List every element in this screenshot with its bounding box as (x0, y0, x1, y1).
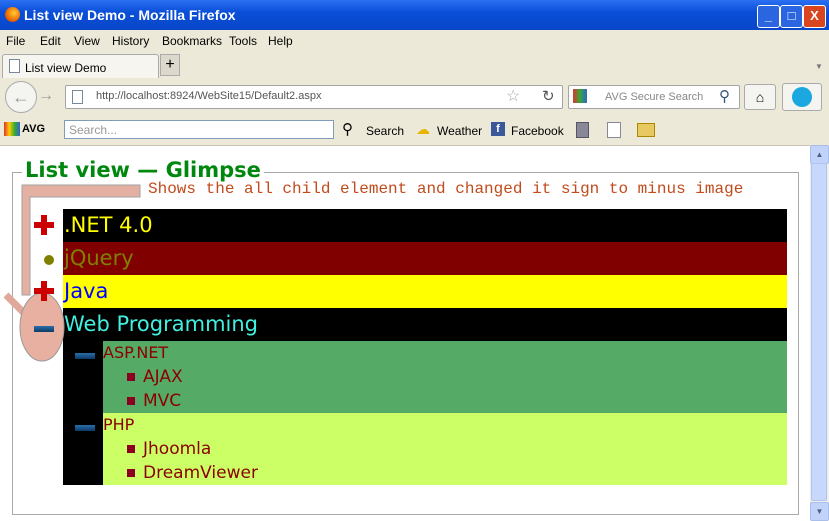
navigation-bar: ← → http://localhost:8924/WebSite15/Defa… (0, 78, 829, 115)
list-item-jhoomla[interactable]: Jhoomla (127, 437, 211, 461)
weather-icon: ☁ (416, 121, 430, 137)
scroll-up-button[interactable]: ▲ (810, 145, 829, 164)
title-bar: List view Demo - Mozilla Firefox _ □ X (0, 0, 829, 30)
menu-tools[interactable]: Tools (229, 34, 257, 48)
bullet-icon (44, 255, 54, 265)
window-title: List view Demo - Mozilla Firefox (24, 7, 236, 23)
item-label: PHP (103, 415, 135, 434)
menu-file[interactable]: File (6, 34, 25, 48)
scroll-down-button[interactable]: ▼ (810, 502, 829, 521)
search-placeholder: AVG Secure Search (605, 91, 704, 103)
skype-icon[interactable] (782, 83, 822, 111)
tab-bar: List view Demo + ▼ (0, 52, 829, 79)
collapse-minus-icon[interactable] (75, 425, 95, 431)
close-button[interactable]: X (803, 5, 826, 28)
menu-edit[interactable]: Edit (40, 34, 61, 48)
expand-plus-icon[interactable] (34, 215, 54, 235)
url-bar[interactable]: http://localhost:8924/WebSite15/Default2… (65, 85, 563, 109)
page-icon (72, 90, 83, 104)
list-item-dreamviewer[interactable]: DreamViewer (127, 461, 258, 485)
bookmark-star-icon[interactable]: ☆ (506, 86, 520, 106)
web-search-input[interactable]: AVG Secure Search ⚲ (568, 85, 740, 109)
avg-logo[interactable]: AVG (22, 123, 45, 135)
avg-logo-icon (4, 122, 20, 136)
minimize-button[interactable]: _ (757, 5, 780, 28)
page-icon (9, 59, 20, 73)
reload-icon[interactable]: ↻ (542, 87, 555, 105)
search-icon[interactable]: ⚲ (342, 120, 353, 138)
home-button[interactable]: ⌂ (744, 84, 776, 110)
menu-view[interactable]: View (74, 34, 100, 48)
avg-search-button[interactable]: Search (366, 124, 404, 138)
facebook-button[interactable]: Facebook (511, 124, 564, 138)
expand-plus-icon[interactable] (34, 281, 54, 301)
menu-help[interactable]: Help (268, 34, 293, 48)
facebook-icon: f (491, 122, 505, 136)
collapse-minus-icon[interactable] (34, 326, 54, 332)
back-button[interactable]: ← (5, 81, 37, 113)
menu-history[interactable]: History (112, 34, 149, 48)
list-item-mvc[interactable]: MVC (127, 389, 181, 413)
weather-button[interactable]: Weather (437, 124, 482, 138)
list-item-aspnet[interactable]: ASP.NET AJAX MVC (103, 341, 787, 413)
magnifier-icon[interactable]: ⚲ (719, 87, 730, 105)
avg-engine-icon (573, 89, 587, 103)
calculator-icon[interactable] (576, 122, 589, 138)
new-tab-button[interactable]: + (160, 54, 180, 76)
maximize-button[interactable]: □ (780, 5, 803, 28)
avg-toolbar: AVG Search... ⚲ Search ☁ Weather f Faceb… (0, 115, 829, 146)
annotation-note: Shows the all child element and changed … (148, 180, 744, 198)
list-item-php[interactable]: PHP Jhoomla DreamViewer (103, 413, 787, 485)
menu-bar: File Edit View History Bookmarks Tools H… (0, 30, 829, 52)
menu-bookmarks[interactable]: Bookmarks (162, 34, 222, 48)
avg-search-input[interactable]: Search... (64, 120, 334, 139)
url-text: http://localhost:8924/WebSite15/Default2… (96, 90, 322, 102)
folder-search-icon[interactable] (637, 123, 655, 137)
vertical-scrollbar[interactable]: ▲ ▼ (810, 145, 829, 521)
annotation-arrow (3, 184, 141, 362)
tab-list-icon[interactable]: ▼ (815, 62, 823, 71)
tab-label: List view Demo (25, 61, 107, 75)
firefox-icon (5, 7, 20, 22)
tab-list-view-demo[interactable]: List view Demo (2, 54, 159, 79)
notepad-icon[interactable] (607, 122, 621, 138)
collapse-minus-icon[interactable] (75, 353, 95, 359)
forward-button[interactable]: → (38, 87, 54, 105)
scroll-thumb[interactable] (811, 163, 827, 501)
